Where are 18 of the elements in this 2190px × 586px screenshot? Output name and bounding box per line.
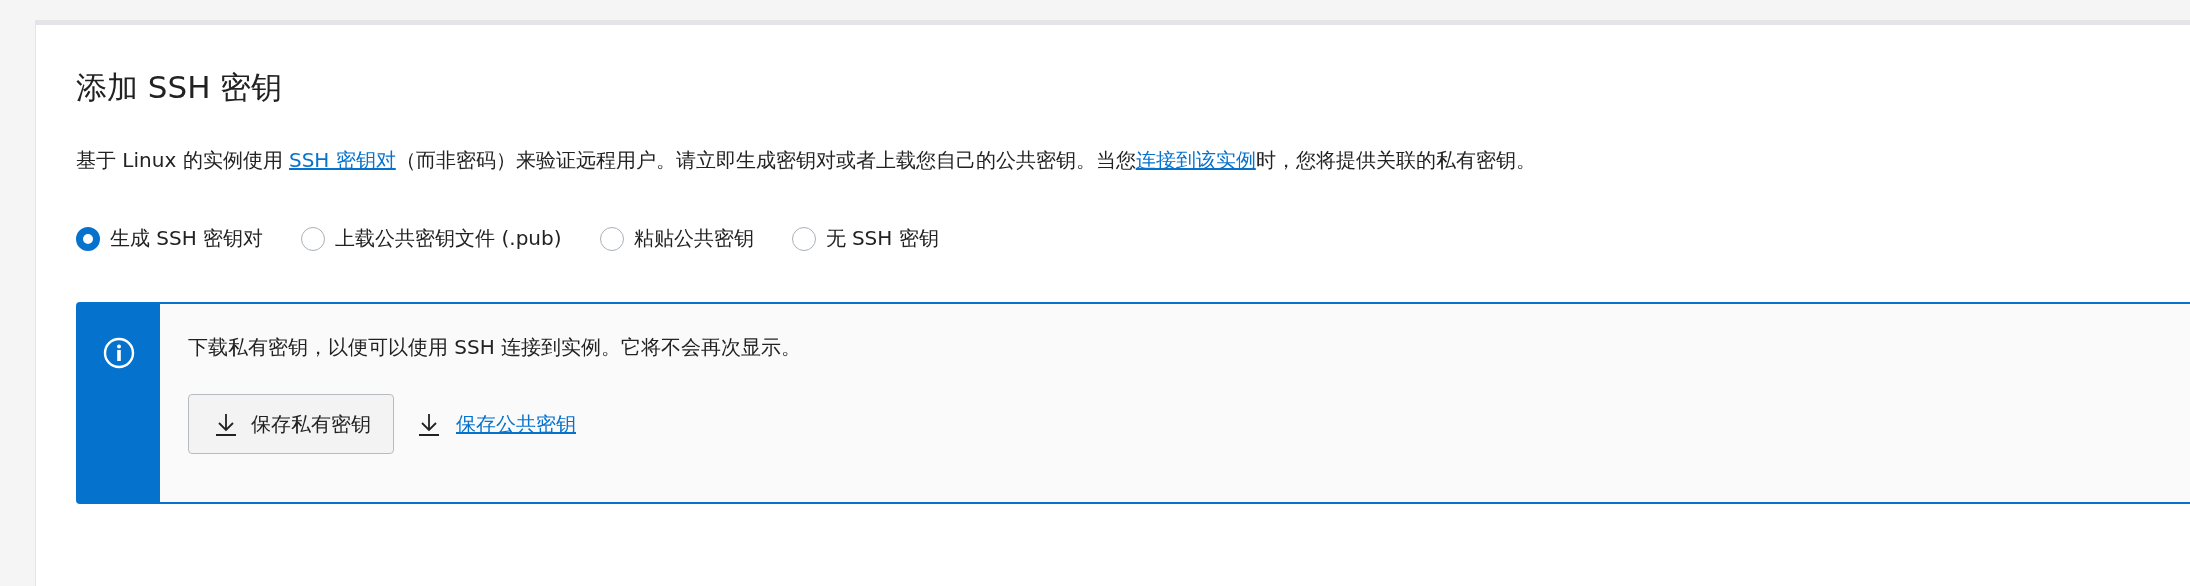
download-icon <box>418 412 440 436</box>
text-link[interactable]: 连接到该实例 <box>1135 148 1256 172</box>
radio-label: 粘贴公共密钥 <box>633 225 754 252</box>
radio-label: 无 SSH 密钥 <box>825 225 939 252</box>
radio-button[interactable] <box>76 226 100 251</box>
radio-button[interactable] <box>791 226 816 251</box>
radio-label: 上载公共密钥文件 (.pub) <box>335 225 562 252</box>
text-link[interactable]: SSH 密钥对 <box>288 148 396 172</box>
info-icon <box>103 337 135 369</box>
radio-label: 生成 SSH 密钥对 <box>110 225 264 252</box>
download-button[interactable]: 保存私有密钥 <box>188 394 394 454</box>
description-text: 基于 Linux 的实例使用 SSH 密钥对（而非密码）来验证远程用户。请立即生成密钥对或者上载您自己的公共密钥。当您连接到该实例时，您将提供关联的私有密钥。 <box>76 147 1537 174</box>
radio-button[interactable] <box>301 226 326 251</box>
info-message: 下载私有密钥，以便可以使用 SSH 连接到实例。它将不会再次显示。 <box>188 334 802 361</box>
download-link[interactable]: 保存公共密钥 <box>456 410 576 438</box>
radio-button[interactable] <box>599 226 624 251</box>
section-title: 添加 SSH 密钥 <box>76 68 284 107</box>
download-icon <box>215 412 237 436</box>
